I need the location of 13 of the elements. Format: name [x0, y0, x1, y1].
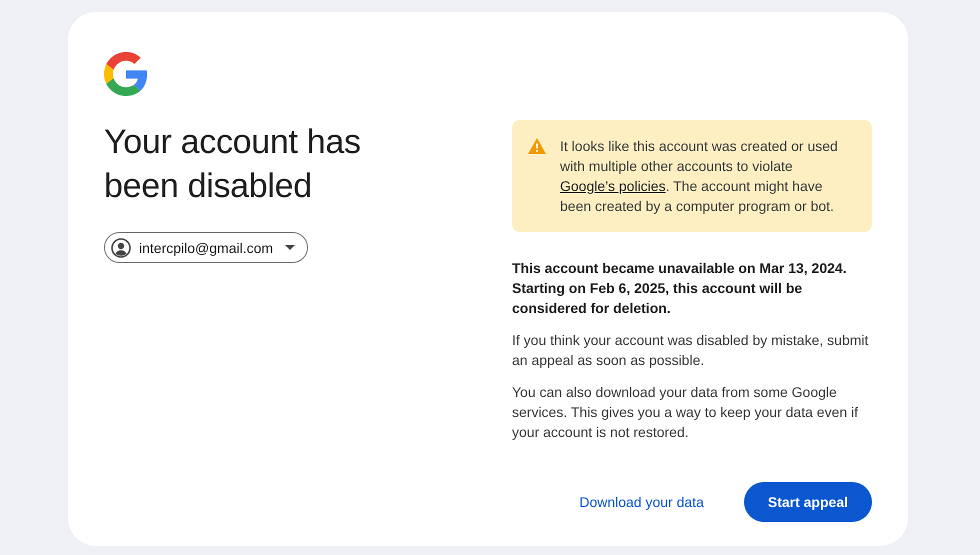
policies-link[interactable]: Google’s policies: [560, 178, 666, 194]
download-link[interactable]: Download your data: [569, 484, 714, 520]
appeal-button[interactable]: Start appeal: [744, 482, 872, 522]
warning-text: It looks like this account was created or used with multiple other accounts to violate Google’s policies. The account might have been created by a computer program or bot.: [560, 137, 839, 216]
logo-icon: [104, 52, 148, 96]
account-chip[interactable]: intercpilo@gmail.com: [104, 232, 308, 263]
body-text: This account became unavailable on Mar 13, 2024. Starting on Feb 6, 2025, this account will be considered for deletion.: [512, 259, 848, 318]
warning-icon: [528, 138, 546, 154]
avatar-icon: [111, 238, 131, 258]
body-text: If you think your account was disabled by mistake, submit an appeal as soon as possible.: [512, 331, 870, 370]
body-text: You can also download your data from some Google services. This gives you a way to keep your data even if your account is not restored.: [512, 383, 860, 442]
page-title: Your account has been disabled: [104, 122, 362, 207]
caret-icon: [285, 245, 296, 250]
